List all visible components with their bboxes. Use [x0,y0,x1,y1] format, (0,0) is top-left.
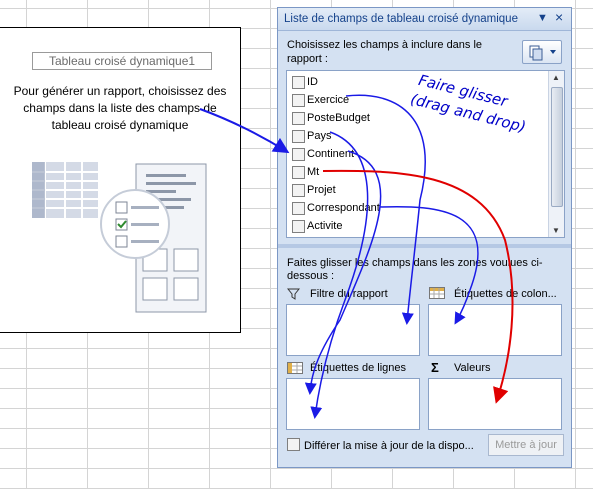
arrow-to-continent [199,108,290,154]
arrow-continent-to-rows [304,150,382,395]
arrow-exercice-to-filter [345,94,426,325]
arrow-mt-to-values [322,169,514,404]
arrow-correspondant-to-columns [379,205,479,325]
drag-annotation-overlay [199,94,514,419]
